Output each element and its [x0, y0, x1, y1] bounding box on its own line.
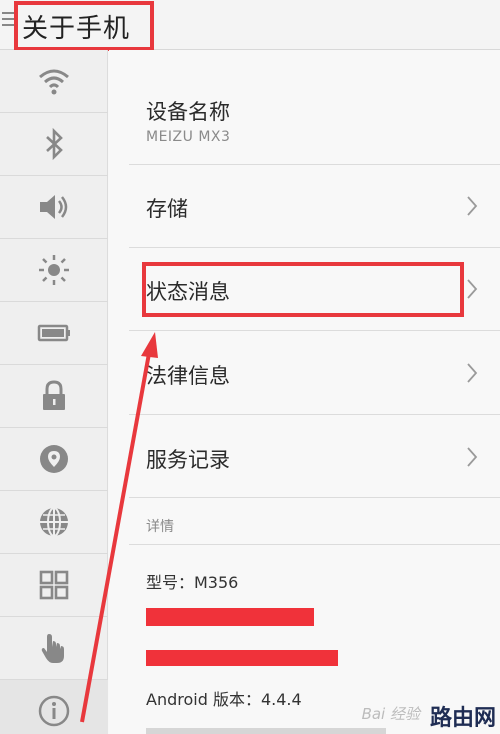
- cropped-detail-row: [146, 728, 386, 734]
- divider: [129, 544, 500, 545]
- sidebar-item-language[interactable]: [0, 491, 108, 554]
- bluetooth-icon: [46, 127, 63, 161]
- sidebar-item-bluetooth[interactable]: [0, 113, 108, 176]
- globe-icon: [40, 507, 68, 537]
- sidebar-item-location[interactable]: [0, 428, 108, 491]
- list-item-service-records[interactable]: 服务记录: [129, 415, 500, 498]
- device-name-row[interactable]: 设备名称 MEIZU MX3: [129, 50, 500, 165]
- service-records-label: 服务记录: [146, 448, 230, 472]
- storage-label: 存储: [146, 197, 188, 221]
- android-version-detail: Android 版本：4.4.4: [146, 690, 302, 709]
- lock-icon: [43, 380, 65, 410]
- model-detail: 型号：M356: [146, 573, 239, 592]
- brightness-icon: [39, 255, 69, 285]
- apps-grid-icon: [39, 570, 69, 600]
- hand-icon: [41, 634, 64, 663]
- volume-icon: [40, 195, 68, 219]
- chevron-right-icon: [467, 196, 478, 216]
- info-icon: [38, 695, 70, 727]
- details-section-header: 详情: [146, 519, 174, 535]
- sidebar-item-volume[interactable]: [0, 176, 108, 239]
- list-item-storage[interactable]: 存储: [129, 165, 500, 248]
- status-highlight-box: [142, 262, 464, 317]
- title-highlight-box: [14, 1, 154, 51]
- chevron-right-icon: [467, 279, 478, 299]
- sidebar-item-battery[interactable]: [0, 302, 108, 365]
- chevron-right-icon: [467, 447, 478, 467]
- sidebar-item-display[interactable]: [0, 239, 108, 302]
- settings-sidebar: [0, 50, 108, 734]
- watermark-site: 路由网: [429, 706, 496, 731]
- device-name-value: MEIZU MX3: [146, 129, 231, 145]
- about-phone-panel: 设备名称 MEIZU MX3 存储 状态消息 法律信息 服务记录 详情 型号：M…: [109, 50, 500, 734]
- chevron-right-icon: [467, 363, 478, 383]
- list-item-legal[interactable]: 法律信息: [129, 331, 500, 415]
- wifi-icon: [39, 69, 69, 95]
- battery-icon: [37, 324, 70, 342]
- sidebar-item-security[interactable]: [0, 365, 108, 428]
- redaction-bar: [146, 650, 338, 666]
- device-name-label: 设备名称: [146, 100, 230, 124]
- sidebar-item-apps[interactable]: [0, 554, 108, 617]
- sidebar-item-gestures[interactable]: [0, 617, 108, 680]
- watermark-logo: Bai 经验: [361, 705, 420, 723]
- sidebar-item-about[interactable]: [0, 680, 108, 734]
- sidebar-item-wifi[interactable]: [0, 50, 108, 113]
- location-icon: [40, 445, 68, 473]
- redaction-bar: [146, 608, 314, 626]
- legal-label: 法律信息: [146, 364, 230, 388]
